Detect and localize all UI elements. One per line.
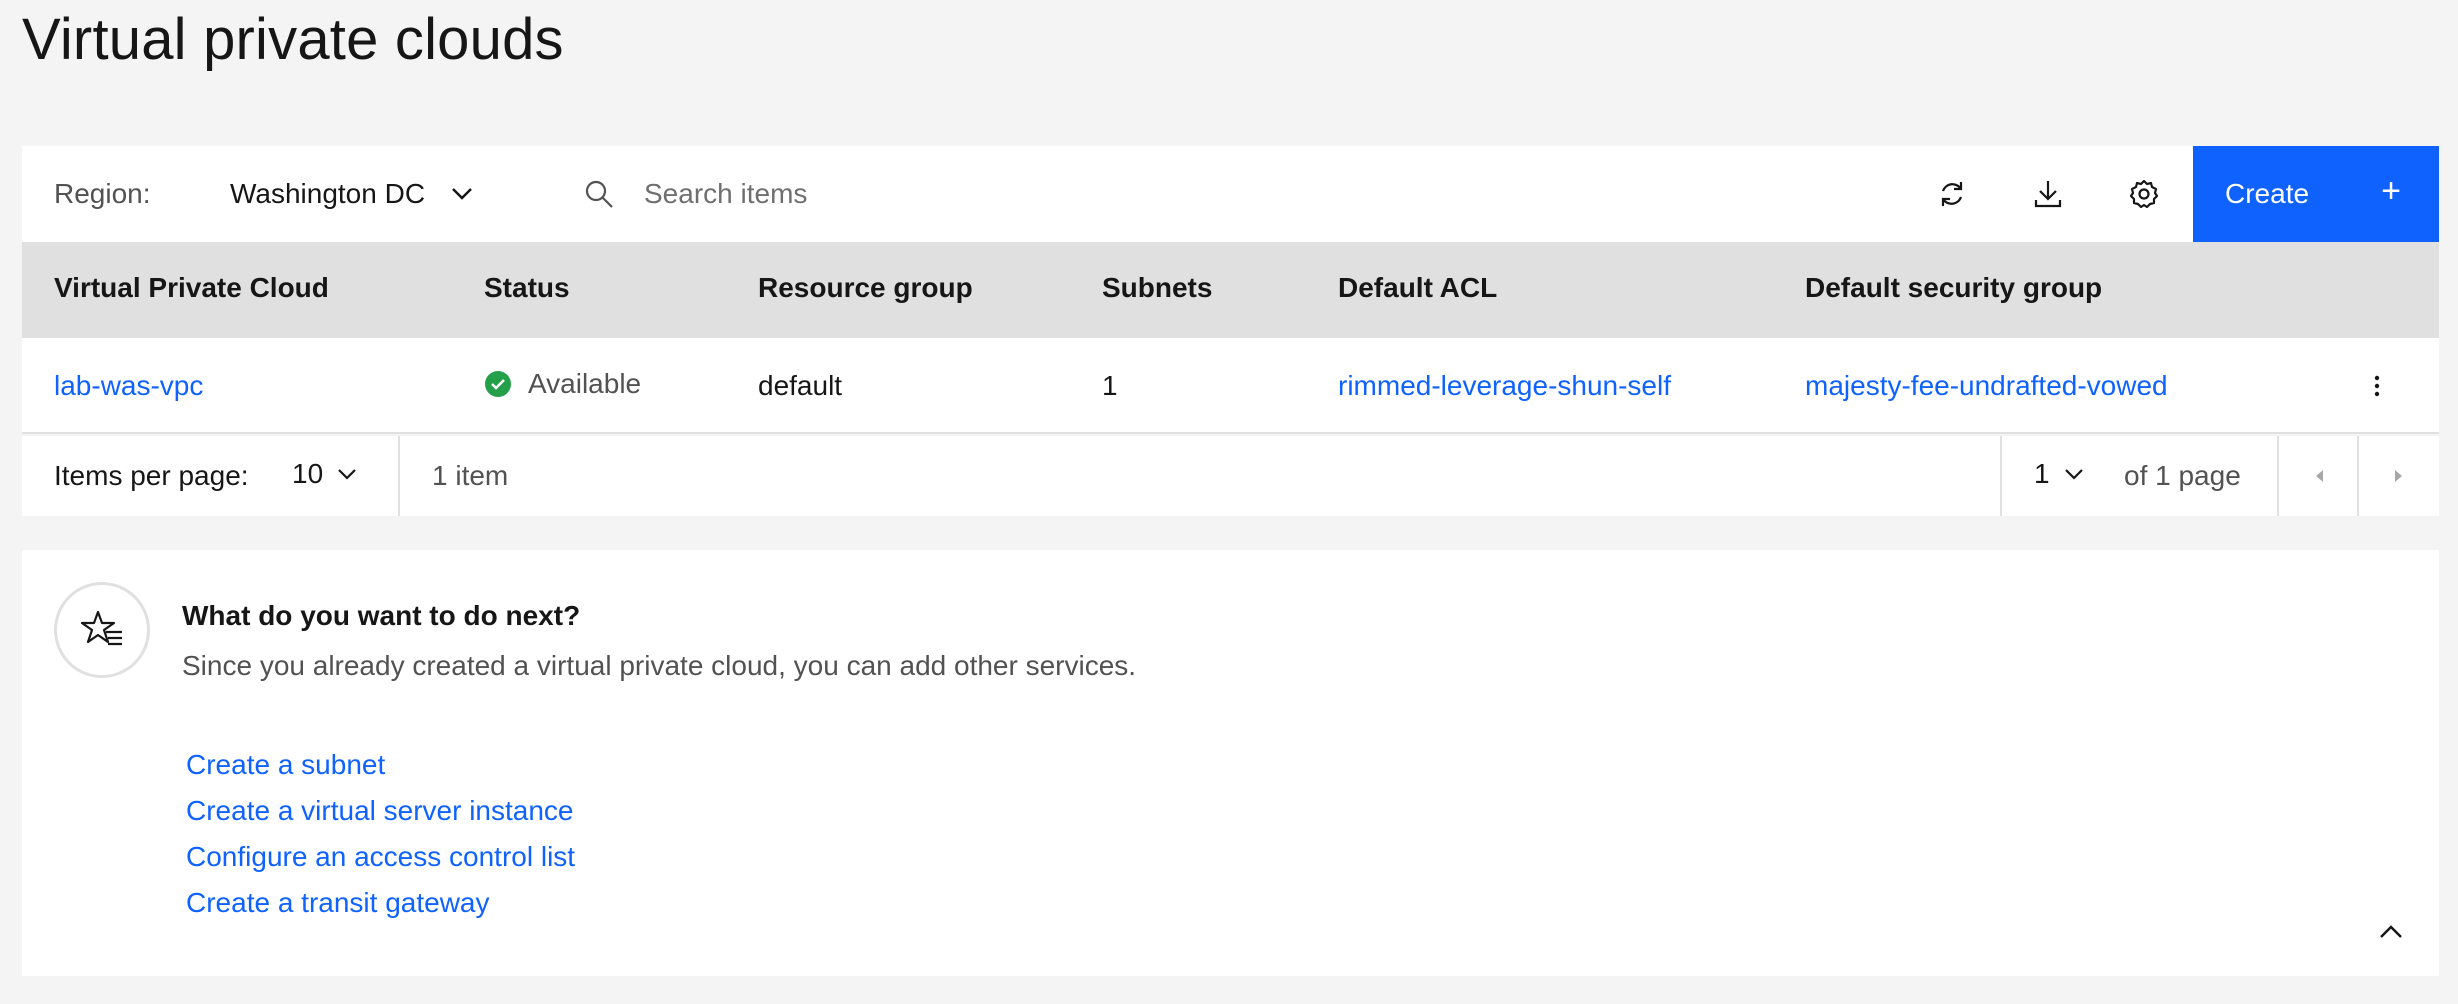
create-virtual-server-instance-link[interactable]: Create a virtual server instance	[186, 788, 575, 834]
items-per-page-label: Items per page:	[54, 460, 249, 491]
column-header-vpc[interactable]: Virtual Private Cloud	[54, 272, 329, 304]
current-page: 1	[2034, 458, 2050, 489]
next-page-button[interactable]	[2359, 436, 2439, 516]
chevron-down-icon	[2064, 469, 2083, 480]
status-cell: Available	[484, 368, 641, 400]
column-header-resource-group[interactable]: Resource group	[758, 272, 973, 304]
create-transit-gateway-link[interactable]: Create a transit gateway	[186, 880, 575, 926]
subnets-cell: 1	[1102, 370, 1118, 401]
status-text: Available	[528, 368, 642, 399]
region-dropdown[interactable]: Washington DC	[230, 178, 473, 210]
column-header-subnets[interactable]: Subnets	[1102, 272, 1212, 304]
plus-icon: +	[2381, 172, 2401, 210]
caret-left-icon	[2316, 470, 2323, 482]
create-subnet-link[interactable]: Create a subnet	[186, 742, 575, 788]
next-steps-icon-wrapper	[54, 582, 150, 678]
previous-page-button[interactable]	[2279, 436, 2359, 516]
search-bar	[584, 146, 1864, 242]
table-toolbar: Region: Washington DC Create +	[22, 146, 2439, 242]
table-row: lab-was-vpc Available default 1 rimmed-l…	[22, 338, 2439, 434]
gear-icon	[2129, 179, 2159, 209]
region-label: Region:	[54, 178, 151, 209]
check-circle-icon	[485, 371, 511, 397]
total-pages: of 1 page	[2124, 460, 2241, 491]
configure-access-control-list-link[interactable]: Configure an access control list	[186, 834, 575, 880]
search-input[interactable]	[644, 178, 1644, 210]
column-header-default-security-group[interactable]: Default security group	[1805, 272, 2102, 304]
column-header-status[interactable]: Status	[484, 272, 570, 304]
column-header-default-acl[interactable]: Default ACL	[1338, 272, 1497, 304]
next-steps-links: Create a subnet Create a virtual server …	[186, 742, 575, 926]
item-count: 1 item	[432, 460, 509, 491]
vpc-name-link[interactable]: lab-was-vpc	[54, 370, 203, 402]
star-list-icon	[80, 610, 122, 646]
create-label: Create	[2225, 178, 2310, 209]
page-title: Virtual private clouds	[22, 7, 564, 72]
next-steps-description: Since you already created a virtual priv…	[182, 650, 1137, 681]
chevron-down-icon	[452, 188, 472, 200]
next-steps-title: What do you want to do next?	[182, 600, 581, 631]
pagination-divider	[2000, 436, 2002, 516]
resource-group-cell: default	[758, 370, 843, 401]
items-per-page-value: 10	[292, 458, 324, 489]
default-security-group-link[interactable]: majesty-fee-undrafted-vowed	[1805, 370, 2168, 402]
refresh-button[interactable]	[1904, 146, 2000, 242]
search-icon	[585, 180, 613, 208]
overflow-menu-icon[interactable]	[2365, 374, 2389, 398]
pagination-divider	[398, 436, 400, 516]
region-value: Washington DC	[230, 178, 426, 209]
chevron-up-icon[interactable]	[2375, 916, 2407, 948]
create-button[interactable]: Create +	[2193, 146, 2439, 242]
caret-right-icon	[2395, 470, 2402, 482]
download-icon	[2034, 181, 2062, 208]
page-select[interactable]: 1	[2034, 458, 2084, 490]
table-header: Virtual Private Cloud Status Resource gr…	[22, 242, 2439, 338]
items-per-page-select[interactable]: 10	[292, 458, 357, 490]
settings-button[interactable]	[2096, 146, 2192, 242]
next-steps-panel: What do you want to do next? Since you a…	[22, 550, 2439, 976]
download-button[interactable]	[2000, 146, 2096, 242]
chevron-down-icon	[338, 469, 356, 480]
pagination: Items per page: 10 1 item 1 of 1 page	[22, 436, 2439, 516]
refresh-icon	[1941, 182, 1963, 206]
default-acl-link[interactable]: rimmed-leverage-shun-self	[1338, 370, 1671, 402]
